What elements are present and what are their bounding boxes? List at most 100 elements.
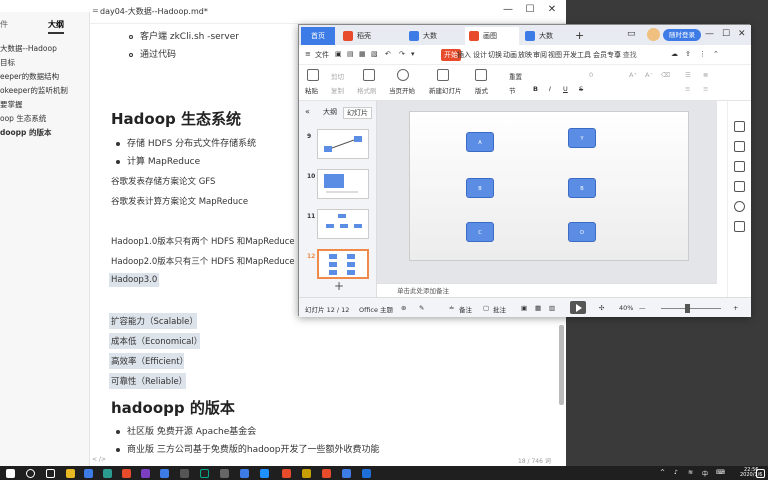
- minimize-icon[interactable]: —: [500, 4, 516, 15]
- app-icon[interactable]: [160, 469, 169, 478]
- outline-item[interactable]: oop 生态系统: [0, 112, 90, 126]
- tab-docer[interactable]: 稻壳: [339, 27, 399, 45]
- menu-review[interactable]: 审阅: [533, 50, 547, 60]
- outline-item-active[interactable]: doopp 的版本: [0, 126, 90, 140]
- bullet-list-icon[interactable]: ☰: [685, 71, 691, 79]
- decrease-font-icon[interactable]: A⁻: [645, 71, 653, 79]
- notes-toggle-icon[interactable]: ≐: [449, 304, 454, 312]
- outline-item[interactable]: 大数据--Hadoop: [0, 42, 90, 56]
- properties-icon[interactable]: [734, 121, 745, 132]
- slide-thumbnail[interactable]: [317, 129, 369, 159]
- shape-node[interactable]: B: [466, 178, 494, 198]
- reset-button[interactable]: 重置: [509, 71, 522, 81]
- app-icon[interactable]: [122, 469, 131, 478]
- shape-node[interactable]: Y: [568, 128, 596, 148]
- shape-node[interactable]: B: [568, 178, 596, 198]
- menu-devtools[interactable]: 开发工具: [563, 50, 591, 60]
- search-button[interactable]: Q 查找: [615, 50, 637, 60]
- menu-insert[interactable]: 插入: [457, 50, 471, 60]
- shape-node[interactable]: D: [568, 222, 596, 242]
- network-icon[interactable]: ≋: [688, 469, 693, 476]
- app-icon[interactable]: [302, 469, 311, 478]
- numbered-list-icon[interactable]: ≣: [703, 71, 708, 79]
- fit-icon[interactable]: ✣: [599, 304, 604, 312]
- menu-design[interactable]: 设计: [473, 50, 487, 60]
- minimize-icon[interactable]: —: [705, 29, 714, 39]
- search-icon[interactable]: [26, 469, 35, 478]
- spellcheck-icon[interactable]: ✎: [419, 304, 424, 312]
- new-tab-icon[interactable]: +: [575, 27, 584, 45]
- tab-home[interactable]: 首页: [301, 27, 335, 45]
- wps-icon[interactable]: [282, 469, 291, 478]
- save-icon[interactable]: ▣: [335, 50, 342, 58]
- shape-node[interactable]: C: [466, 222, 494, 242]
- normal-view-icon[interactable]: ▣: [521, 304, 527, 312]
- app-icon[interactable]: [141, 469, 150, 478]
- app-icon[interactable]: [180, 469, 189, 478]
- app-icon[interactable]: [362, 469, 371, 478]
- app-icon[interactable]: [322, 469, 331, 478]
- shape-node[interactable]: A: [466, 132, 494, 152]
- hamburger-icon[interactable]: ≡: [305, 50, 311, 58]
- current-slide[interactable]: A B C Y B D: [409, 111, 689, 261]
- notification-icon[interactable]: [756, 469, 765, 478]
- outline-item[interactable]: 目标: [0, 56, 90, 70]
- zoom-slider[interactable]: [661, 308, 721, 309]
- tab-slides-view[interactable]: 幻灯片: [343, 107, 372, 119]
- menu-transition[interactable]: 切换: [488, 50, 502, 60]
- slide-thumbnail-selected[interactable]: [317, 249, 369, 279]
- app-icon[interactable]: [240, 469, 249, 478]
- maximize-icon[interactable]: ☐: [522, 4, 538, 15]
- tab-outline-view[interactable]: 大纲: [323, 107, 337, 117]
- layout-icon[interactable]: [475, 69, 487, 81]
- notes-toggle[interactable]: 备注: [459, 304, 472, 314]
- paste-button[interactable]: 粘贴: [305, 85, 318, 95]
- format-painter-icon[interactable]: [363, 69, 375, 81]
- pin-icon[interactable]: [734, 141, 745, 152]
- menu-slideshow[interactable]: 放映: [518, 50, 532, 60]
- tab-doc-2[interactable]: 大数: [521, 27, 569, 45]
- collapse-panel-icon[interactable]: «: [305, 107, 310, 116]
- strikethrough-button[interactable]: S: [579, 85, 583, 93]
- more-icon[interactable]: ▾: [411, 50, 415, 58]
- tab-files[interactable]: 件: [0, 19, 8, 30]
- cut-button[interactable]: 剪切: [331, 71, 344, 81]
- file-explorer-icon[interactable]: [66, 469, 75, 478]
- menu-file[interactable]: 文件: [315, 50, 329, 60]
- font-size-field[interactable]: 0: [589, 71, 593, 79]
- avatar[interactable]: [647, 28, 660, 41]
- tab-outline[interactable]: 大纲: [48, 19, 64, 34]
- typora-icon[interactable]: [220, 469, 229, 478]
- app-icon[interactable]: [84, 469, 93, 478]
- comments-icon[interactable]: ▢: [483, 304, 489, 312]
- sorter-view-icon[interactable]: ▦: [535, 304, 541, 312]
- app-icon[interactable]: [260, 469, 269, 478]
- slideshow-play-button[interactable]: [570, 301, 586, 314]
- volume-icon[interactable]: ♪: [674, 469, 678, 476]
- cloud-icon[interactable]: ☁: [671, 50, 678, 58]
- new-slide-icon[interactable]: [437, 69, 449, 81]
- undo-icon[interactable]: ↶: [385, 50, 391, 58]
- idea-icon[interactable]: [200, 469, 209, 478]
- print-icon[interactable]: ▦: [359, 50, 366, 58]
- slide-thumbnail[interactable]: [317, 209, 369, 239]
- section-button[interactable]: 节: [509, 85, 516, 95]
- share-icon[interactable]: ⇪: [685, 50, 691, 58]
- layout-button[interactable]: 版式: [475, 85, 488, 95]
- redo-icon[interactable]: ↷: [399, 50, 405, 58]
- window-switch-icon[interactable]: ▭: [627, 29, 636, 39]
- copy-button[interactable]: 复制: [331, 85, 344, 95]
- maximize-icon[interactable]: ☐: [722, 29, 730, 39]
- align-center-icon[interactable]: ≡: [703, 85, 708, 93]
- settings-icon[interactable]: [734, 181, 745, 192]
- ime-indicator[interactable]: 中: [702, 469, 708, 478]
- more-options-icon[interactable]: ⋮: [699, 50, 706, 58]
- tray-expand-icon[interactable]: ^: [660, 469, 665, 476]
- outline-item[interactable]: eeper的数据结构: [0, 70, 90, 84]
- close-icon[interactable]: ✕: [544, 4, 560, 15]
- editor-menu-button[interactable]: =: [92, 6, 99, 15]
- task-view-icon[interactable]: [46, 469, 55, 478]
- paste-icon[interactable]: [307, 69, 319, 81]
- notes-field[interactable]: 单击此处添加备注: [377, 283, 717, 297]
- play-from-current-button[interactable]: 当页开始: [389, 85, 415, 95]
